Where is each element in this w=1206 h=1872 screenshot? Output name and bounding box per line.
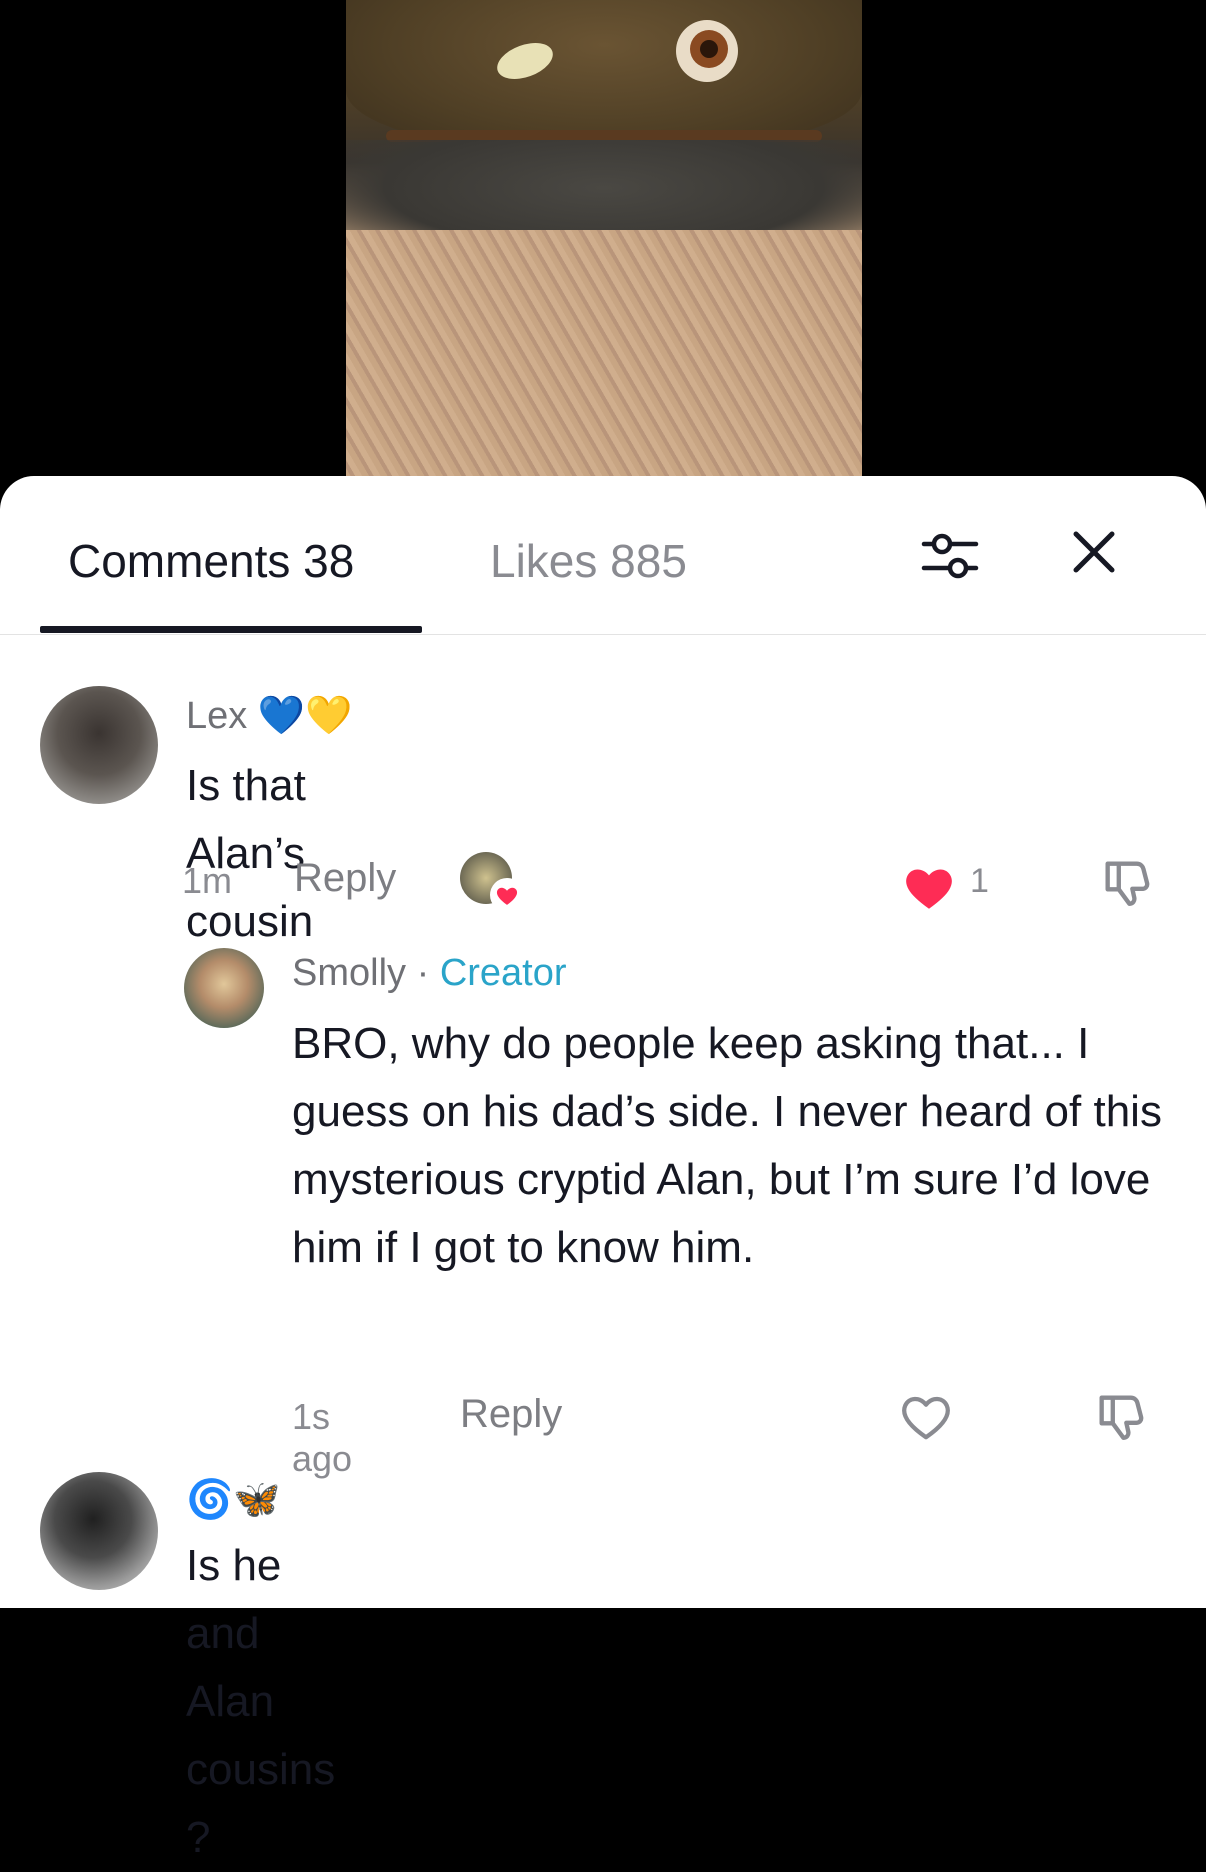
creator-badge: Creator (439, 952, 567, 994)
tab-comments[interactable]: Comments 38 (68, 534, 354, 588)
reply-text: BRO, why do people keep asking that... I… (292, 1019, 1162, 1272)
tab-likes[interactable]: Likes 885 (490, 534, 687, 588)
close-icon[interactable] (1064, 522, 1124, 582)
comment-timestamp: 1m (182, 860, 233, 901)
avatar[interactable] (184, 948, 264, 1028)
comment-text: Is he and Alan cousins ? (186, 1541, 336, 1862)
comment-username[interactable]: Lex 💙💛 (186, 694, 352, 738)
reply-username[interactable]: Smolly · Creator (292, 952, 567, 995)
active-tab-indicator (40, 626, 422, 633)
reply-timestamp: 1s ago (292, 1396, 353, 1479)
puppet-pupil (700, 40, 718, 58)
name-separator: · (406, 952, 440, 994)
reply-button[interactable]: Reply (294, 856, 396, 901)
puppet-body (346, 230, 862, 480)
dislike-icon[interactable] (1098, 854, 1156, 912)
username-text: Smolly (292, 952, 407, 994)
username-emoji: 💙💛 (257, 695, 353, 737)
video-player[interactable] (0, 0, 1206, 480)
like-heart-icon[interactable] (896, 1386, 956, 1446)
reply-button[interactable]: Reply (460, 1392, 562, 1437)
avatar[interactable] (40, 1472, 158, 1590)
creator-liked-heart-icon (490, 878, 524, 912)
tab-bar: Comments 38 Likes 885 (0, 476, 1206, 635)
like-filled-heart-icon[interactable] (900, 858, 958, 916)
avatar[interactable] (40, 686, 158, 804)
dislike-icon[interactable] (1092, 1388, 1150, 1446)
comments-sheet: Comments 38 Likes 885 Lex 💙💛 Is that Ala… (0, 476, 1206, 1862)
comment-username[interactable]: 🌀🦋 (186, 1478, 281, 1522)
comment-text: Is that Alan’s cousin (186, 761, 314, 946)
filter-icon[interactable] (918, 524, 982, 588)
puppet-head (346, 0, 862, 150)
video-frame[interactable] (346, 0, 862, 480)
username-text: Lex (186, 695, 248, 737)
like-count: 1 (970, 862, 989, 900)
